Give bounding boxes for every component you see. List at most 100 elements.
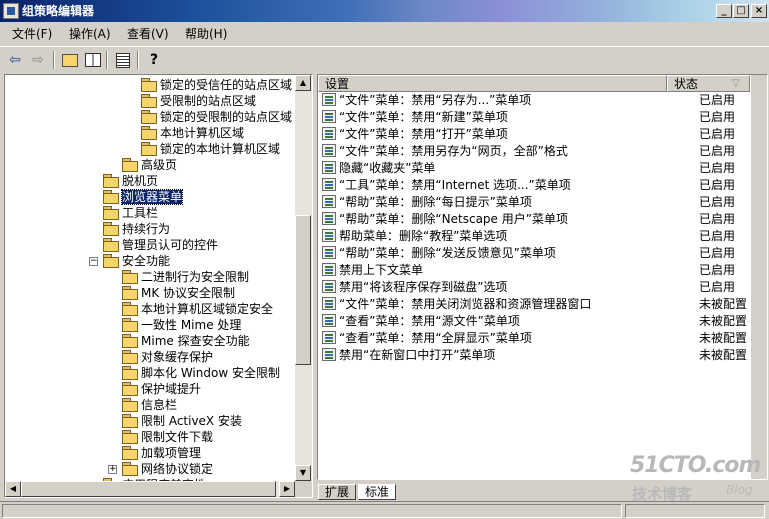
setting-row[interactable]: “工具”菜单：禁用“Internet 选项...”菜单项 已启用 [318,177,767,194]
folder-icon [122,382,138,396]
setting-row[interactable]: 帮助菜单：删除“教程”菜单选项 已启用 [318,228,767,245]
menu-help[interactable]: 帮助(H) [185,27,227,42]
tree-item[interactable]: 锁定的本地计算机区域 [141,141,280,157]
tree-item-label: 限制 ActiveX 安装 [141,414,242,428]
tree-item[interactable]: 锁定的受信任的站点区域 [141,77,292,93]
menu-file[interactable]: 文件(F) [12,27,52,42]
tree-item[interactable]: 一致性 Mime 处理 [122,317,241,333]
tree-item[interactable]: 工具栏 [103,205,158,221]
tree-vertical-scrollbar[interactable]: ▲ ▼ [295,75,312,481]
list-vertical-scrollbar[interactable] [750,75,767,479]
folder-icon [141,110,157,124]
folder-icon [141,78,157,92]
setting-row[interactable]: 禁用上下文菜单 已启用 [318,262,767,279]
setting-name: “文件”菜单：禁用关闭浏览器和资源管理器窗口 [339,297,592,311]
tree-item[interactable]: 持续行为 [103,221,170,237]
tree-item[interactable]: 保护域提升 [122,381,201,397]
tree-item[interactable]: 信息栏 [122,397,177,413]
tree-item[interactable]: 受限制的站点区域 [141,93,256,109]
sort-arrow-icon: ▽ [732,78,740,89]
scroll-up-icon[interactable]: ▲ [295,75,311,91]
export-list-icon[interactable] [113,50,133,70]
title-bar[interactable]: 组策略编辑器 _ □ × [0,0,769,22]
folder-icon [122,398,138,412]
forward-arrow-icon[interactable]: ⇨ [28,50,48,70]
setting-state: 未被配置 [699,348,748,362]
back-arrow-icon[interactable]: ⇦ [5,50,25,70]
setting-row[interactable]: “帮助”菜单：删除“每日提示”菜单项 已启用 [318,194,767,211]
tree-item-label: 本地计算机区域锁定安全 [141,302,274,316]
group-policy-app-icon[interactable] [3,3,19,19]
menu-action[interactable]: 操作(A) [69,27,111,42]
tree-item[interactable]: MK 协议安全限制 [122,285,235,301]
tree-item[interactable]: 限制 ActiveX 安装 [122,413,242,429]
minimize-button[interactable]: _ [716,4,732,18]
tree-item[interactable]: 本地计算机区域锁定安全 [122,301,273,317]
tree-item[interactable]: 对象缓存保护 [122,349,213,365]
tree-item[interactable]: 加载项管理 [122,445,201,461]
scroll-thumb[interactable] [295,215,311,365]
setting-row[interactable]: “文件”菜单：禁用另存为“网页，全部”格式 已启用 [318,143,767,160]
scroll-right-icon[interactable]: ▶ [279,481,295,497]
scroll-thumb[interactable] [21,481,276,497]
setting-state: 未被配置 [699,331,748,345]
setting-state: 已启用 [699,144,736,158]
tree-item[interactable]: 二进制行为安全限制 [122,269,249,285]
setting-row[interactable]: “帮助”菜单：删除“Netscape 用户”菜单项 已启用 [318,211,767,228]
tree-item[interactable]: 本地计算机区域 [141,125,244,141]
setting-row[interactable]: 禁用“将该程序保存到磁盘”选项 已启用 [318,279,767,296]
up-folder-icon[interactable] [60,50,80,70]
close-button[interactable]: × [751,4,767,18]
tree-item[interactable]: 脚本化 Window 安全限制 [122,365,280,381]
help-icon[interactable]: ? [144,50,164,70]
tree-item[interactable]: Mime 探查安全功能 [122,333,250,349]
folder-icon [122,158,138,172]
tree-pane[interactable]: 锁定的受信任的站点区域 受限制的站点区域 锁定的受限制的站点区域 本地计算机区域 锁定的… [4,74,313,498]
menu-view[interactable]: 查看(V) [127,27,169,42]
setting-name: “文件”菜单：禁用“新建”菜单项 [339,110,508,124]
setting-row[interactable]: 禁用“在新窗口中打开”菜单项 未被配置 [318,347,767,364]
column-header-state[interactable]: 状态 ▽ [667,75,750,92]
policy-setting-icon [322,314,336,327]
tab-standard[interactable]: 标准 [358,484,397,500]
setting-row[interactable]: “文件”菜单：禁用“打开”菜单项 已启用 [318,126,767,143]
folder-icon [141,142,157,156]
setting-row[interactable]: 隐藏“收藏夹”菜单 已启用 [318,160,767,177]
scroll-left-icon[interactable]: ◀ [5,481,21,497]
expand-icon[interactable]: + [108,465,117,474]
setting-state: 已启用 [699,93,736,107]
setting-row[interactable]: “文件”菜单：禁用关闭浏览器和资源管理器窗口 未被配置 [318,296,767,313]
setting-row[interactable]: “帮助”菜单：删除“发送反馈意见”菜单项 已启用 [318,245,767,262]
status-panel-secondary [625,504,765,518]
scroll-down-icon[interactable]: ▼ [295,465,311,481]
tree-item[interactable]: 限制文件下载 [122,429,213,445]
tree-item-label: 脚本化 Window 安全限制 [141,366,280,380]
folder-icon [122,270,138,284]
show-hide-tree-icon[interactable] [83,50,103,70]
folder-icon [122,318,138,332]
tab-extended[interactable]: 扩展 [318,484,357,500]
watermark-line1: 51CTO.com [630,453,761,478]
policy-setting-icon [322,246,336,259]
tree-item[interactable]: − 安全功能 [89,253,170,269]
toolbar-separator [53,51,55,69]
collapse-icon[interactable]: − [89,257,98,266]
setting-row[interactable]: “查看”菜单：禁用“源文件”菜单项 未被配置 [318,313,767,330]
tree-item[interactable]: 管理员认可的控件 [103,237,218,253]
tree-item[interactable]: + 网络协议锁定 [108,461,213,477]
tree-item[interactable]: 锁定的受限制的站点区域 [141,109,292,125]
column-header-setting[interactable]: 设置 [318,75,667,92]
menu-bar: 文件(F) 操作(A) 查看(V) 帮助(H) [0,24,769,44]
tree-horizontal-scrollbar[interactable]: ◀ ▶ [5,481,295,497]
maximize-button[interactable]: □ [733,4,749,18]
tree-item[interactable]: 浏览器菜单 [103,189,184,205]
setting-state: 未被配置 [699,297,748,311]
settings-list-pane[interactable]: 设置 状态 ▽ “文件”菜单：禁用“另存为...”菜单项 已启用 “文件”菜单：禁用… [317,74,768,480]
setting-row[interactable]: “文件”菜单：禁用“新建”菜单项 已启用 [318,109,767,126]
setting-state: 已启用 [699,178,736,192]
tree-item[interactable]: 脱机页 [103,173,158,189]
tree-item[interactable]: 高级页 [122,157,177,173]
setting-row[interactable]: “文件”菜单：禁用“另存为...”菜单项 已启用 [318,92,767,109]
setting-state: 已启用 [699,195,736,209]
setting-row[interactable]: “查看”菜单：禁用“全屏显示”菜单项 未被配置 [318,330,767,347]
